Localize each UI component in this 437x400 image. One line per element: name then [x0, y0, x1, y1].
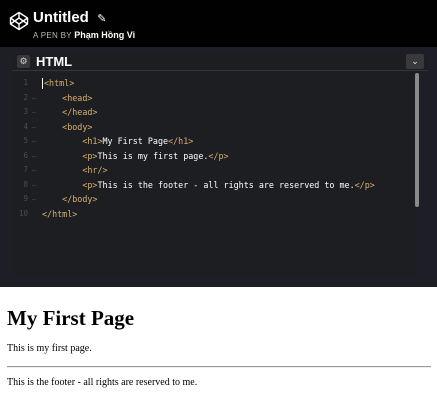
- code-tag: </html>: [42, 208, 78, 219]
- fold-marker-icon[interactable]: –: [32, 178, 36, 192]
- fold-marker-icon[interactable]: –: [32, 163, 36, 177]
- line-number: 7: [23, 165, 28, 174]
- code-tag: </p>: [208, 150, 229, 161]
- line-number: 8: [23, 179, 28, 189]
- code-text: <p>This is the footer - all rights are r…: [42, 178, 375, 192]
- code-tag: <p>: [82, 179, 98, 190]
- pen-byline: A PEN BY Phạm Hồng Vi: [33, 30, 135, 40]
- code-tag: <head>: [62, 92, 93, 103]
- edit-title-pencil-icon[interactable]: ✎: [97, 12, 106, 25]
- text-cursor: [42, 78, 43, 89]
- code-content: My First Page: [102, 136, 169, 146]
- byline-prefix: A PEN BY: [33, 31, 72, 40]
- html-panel-header: ⚙ HTML ⌄: [12, 53, 428, 71]
- code-text: <head>: [42, 91, 92, 105]
- preview-heading: My First Page: [7, 306, 135, 330]
- code-line[interactable]: 7– <hr/>: [12, 163, 416, 177]
- code-line[interactable]: 1 <html>: [12, 76, 416, 90]
- code-line[interactable]: 2– <head>: [12, 91, 416, 105]
- code-text: </body>: [42, 192, 97, 206]
- code-line[interactable]: 9– </body>: [12, 192, 416, 206]
- code-tag: <h1>: [82, 136, 103, 146]
- fold-marker-icon[interactable]: –: [32, 192, 36, 206]
- line-number: 4: [23, 121, 28, 131]
- code-line[interactable]: 5– <h1>My First Page</h1>: [12, 134, 416, 148]
- code-tag: <body>: [62, 121, 93, 132]
- fold-marker-icon[interactable]: –: [32, 91, 36, 105]
- author-link[interactable]: Phạm Hồng Vi: [74, 30, 135, 40]
- code-content: This is my first page.: [97, 150, 209, 161]
- gear-icon[interactable]: ⚙: [17, 55, 30, 68]
- pen-title-area: Untitled ✎: [33, 9, 107, 27]
- editor-resize-strip[interactable]: [0, 277, 437, 287]
- fold-marker-icon[interactable]: –: [32, 134, 36, 148]
- code-line[interactable]: 10 </html>: [12, 207, 416, 221]
- panel-title: HTML: [36, 54, 73, 69]
- code-editor[interactable]: 1 <html> 2– <head> 3– </head> 4– <body> 5– <h…: [12, 73, 416, 277]
- pen-header: Untitled ✎ A PEN BY Phạm Hồng Vi: [0, 0, 437, 47]
- code-tag: </p>: [354, 179, 375, 190]
- preview-footer: This is the footer - all rights are rese…: [7, 377, 198, 388]
- code-tag: <html>: [44, 78, 75, 88]
- code-content: This is the footer - all rights are rese…: [97, 179, 355, 190]
- line-number: 2: [23, 92, 28, 102]
- code-line[interactable]: 6– <p>This is my first page.</p>: [12, 149, 416, 163]
- preview-divider: [7, 366, 431, 368]
- editor-frame: ⚙ HTML ⌄ 1 <html> 2– <head> 3– </head> 4– <b…: [0, 47, 437, 287]
- chevron-down-icon[interactable]: ⌄: [406, 54, 424, 69]
- code-line[interactable]: 8– <p>This is the footer - all rights ar…: [12, 178, 416, 192]
- code-tag: <p>: [82, 150, 98, 161]
- code-text: <p>This is my first page.</p>: [42, 149, 229, 163]
- code-text: <body>: [42, 120, 92, 134]
- code-tag: </h1>: [168, 136, 194, 146]
- code-line[interactable]: 3– </head>: [12, 105, 416, 119]
- editor-scrollbar[interactable]: [415, 73, 419, 207]
- code-line[interactable]: 4– <body>: [12, 120, 416, 134]
- line-number: 1: [23, 78, 28, 87]
- code-text: <hr/>: [42, 163, 108, 177]
- line-number: 9: [23, 194, 28, 203]
- code-text: <html>: [42, 76, 74, 90]
- code-text: </head>: [42, 105, 97, 119]
- pen-title[interactable]: Untitled: [33, 9, 89, 26]
- code-tag: </head>: [62, 107, 98, 117]
- code-tag: </body>: [62, 194, 98, 204]
- codepen-logo-icon[interactable]: [9, 11, 29, 31]
- fold-marker-icon[interactable]: –: [32, 120, 36, 134]
- fold-marker-icon[interactable]: –: [32, 149, 36, 163]
- line-number: 3: [23, 107, 28, 116]
- result-preview: My First Page This is my first page. Thi…: [0, 290, 437, 400]
- line-number: 10: [18, 208, 28, 218]
- preview-paragraph: This is my first page.: [7, 343, 92, 354]
- line-number: 6: [23, 150, 28, 160]
- fold-marker-icon[interactable]: –: [32, 105, 36, 119]
- code-tag: <hr/>: [82, 165, 108, 175]
- line-number: 5: [23, 136, 28, 145]
- code-text: </html>: [42, 207, 77, 221]
- code-text: <h1>My First Page</h1>: [42, 134, 193, 148]
